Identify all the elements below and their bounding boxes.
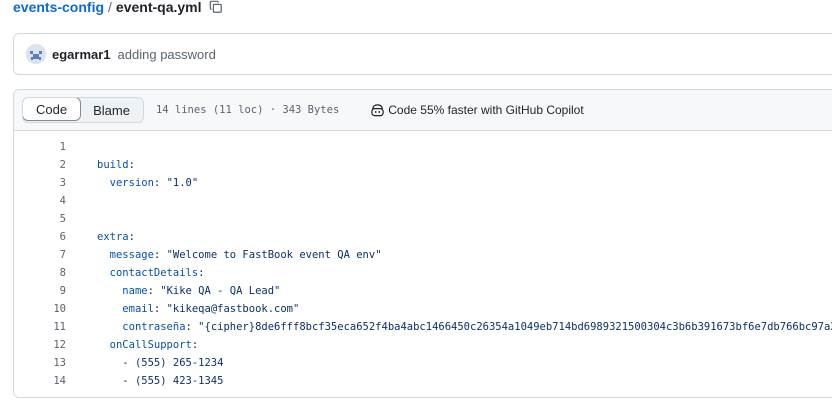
code-line: 9 name: "Kike QA - QA Lead"	[14, 282, 832, 300]
code-content	[66, 138, 97, 156]
yaml-key: contraseña	[122, 321, 186, 333]
code-content: extra:	[66, 228, 135, 246]
yaml-punctuation: :	[153, 177, 167, 189]
line-number[interactable]: 10	[14, 300, 66, 318]
code-line: 1	[14, 138, 832, 156]
line-number[interactable]: 2	[14, 156, 66, 174]
yaml-punctuation: :	[128, 231, 135, 243]
yaml-key: contactDetails	[109, 267, 199, 279]
line-number[interactable]: 8	[14, 264, 66, 282]
yaml-key: message	[109, 249, 154, 261]
code-content: onCallSupport:	[66, 336, 199, 354]
file-name: event-qa.yml	[115, 0, 202, 15]
code-content: contraseña: "{cipher}8de6fff8bcf35eca652…	[66, 318, 832, 336]
code-content: contactDetails:	[66, 264, 205, 282]
yaml-punctuation: -	[122, 375, 135, 387]
copilot-icon	[369, 102, 385, 118]
yaml-value: (555) 423-1345	[134, 375, 224, 387]
code-content	[66, 210, 97, 228]
yaml-value: "Kike QA - QA Lead"	[160, 285, 281, 297]
yaml-key: email	[122, 303, 154, 315]
code-line: 8 contactDetails:	[14, 264, 832, 282]
copilot-promo-link[interactable]: Code 55% faster with GitHub Copilot	[369, 102, 584, 118]
code-content: email: "kikeqa@fastbook.com"	[66, 300, 299, 318]
yaml-key: name	[122, 285, 148, 297]
code-line: 10 email: "kikeqa@fastbook.com"	[14, 300, 832, 318]
yaml-punctuation: :	[185, 321, 199, 333]
code-line: 7 message: "Welcome to FastBook event QA…	[14, 246, 832, 264]
copilot-promo-text: Code 55% faster with GitHub Copilot	[388, 103, 584, 117]
code-line: 12 onCallSupport:	[14, 336, 832, 354]
yaml-key: extra	[97, 231, 129, 243]
yaml-punctuation: :	[153, 303, 167, 315]
yaml-value: "1.0"	[166, 177, 199, 189]
repo-link[interactable]: events-config	[13, 0, 104, 17]
code-content: - (555) 423-1345	[66, 372, 223, 390]
code-content	[66, 192, 97, 210]
yaml-key: version	[109, 177, 154, 189]
yaml-punctuation: :	[198, 267, 205, 279]
line-number[interactable]: 5	[14, 210, 66, 228]
line-number[interactable]: 14	[14, 372, 66, 390]
line-number[interactable]: 7	[14, 246, 66, 264]
code-line: 14 - (555) 423-1345	[14, 372, 832, 390]
commit-message-link[interactable]: adding password	[118, 47, 216, 62]
file-viewer: Code Blame 14 lines (11 loc) · 343 Bytes…	[13, 89, 832, 398]
code-line: 4	[14, 192, 832, 210]
code-content: name: "Kike QA - QA Lead"	[66, 282, 280, 300]
code-area: 1 2 build: 3 version: "1.0" 4 5 6 extra: 7 messa…	[14, 131, 832, 390]
code-tab-button[interactable]: Code	[22, 98, 82, 121]
line-number[interactable]: 3	[14, 174, 66, 192]
yaml-value: "{cipher}8de6fff8bcf35eca652f4ba4abc1466…	[198, 321, 832, 333]
line-number[interactable]: 13	[14, 354, 66, 372]
commit-author-link[interactable]: egarmar1	[52, 47, 111, 62]
line-number[interactable]: 1	[14, 138, 66, 156]
file-size-info: 14 lines (11 loc) · 343 Bytes	[155, 104, 340, 116]
yaml-punctuation: :	[128, 159, 135, 171]
breadcrumb: events-config / event-qa.yml	[13, 0, 224, 17]
yaml-value: "kikeqa@fastbook.com"	[166, 303, 300, 315]
code-content: version: "1.0"	[66, 174, 199, 192]
copy-icon[interactable]	[208, 0, 224, 15]
yaml-punctuation: -	[122, 357, 135, 369]
code-line: 5	[14, 210, 832, 228]
code-content: message: "Welcome to FastBook event QA e…	[66, 246, 382, 264]
line-number[interactable]: 6	[14, 228, 66, 246]
line-number[interactable]: 9	[14, 282, 66, 300]
code-content: - (555) 265-1234	[66, 354, 223, 372]
blame-tab-button[interactable]: Blame	[80, 98, 143, 122]
code-content: build:	[66, 156, 135, 174]
code-line: 3 version: "1.0"	[14, 174, 832, 192]
avatar[interactable]	[26, 44, 46, 64]
line-number[interactable]: 12	[14, 336, 66, 354]
yaml-punctuation: :	[153, 249, 167, 261]
view-toggle: Code Blame	[22, 97, 144, 123]
yaml-punctuation: :	[191, 339, 199, 351]
file-header: Code Blame 14 lines (11 loc) · 343 Bytes…	[14, 90, 832, 131]
yaml-key: build	[97, 159, 129, 171]
yaml-punctuation: :	[147, 285, 161, 297]
yaml-value: (555) 265-1234	[134, 357, 224, 369]
yaml-value: "Welcome to FastBook event QA env"	[166, 249, 382, 261]
yaml-key: onCallSupport	[109, 339, 192, 351]
code-line: 13 - (555) 265-1234	[14, 354, 832, 372]
line-number[interactable]: 4	[14, 192, 66, 210]
code-line: 11 contraseña: "{cipher}8de6fff8bcf35eca…	[14, 318, 832, 336]
code-line: 6 extra:	[14, 228, 832, 246]
code-line: 2 build:	[14, 156, 832, 174]
latest-commit-bar: egarmar1 adding password	[13, 33, 832, 75]
breadcrumb-separator: /	[108, 0, 112, 15]
line-number[interactable]: 11	[14, 318, 66, 336]
